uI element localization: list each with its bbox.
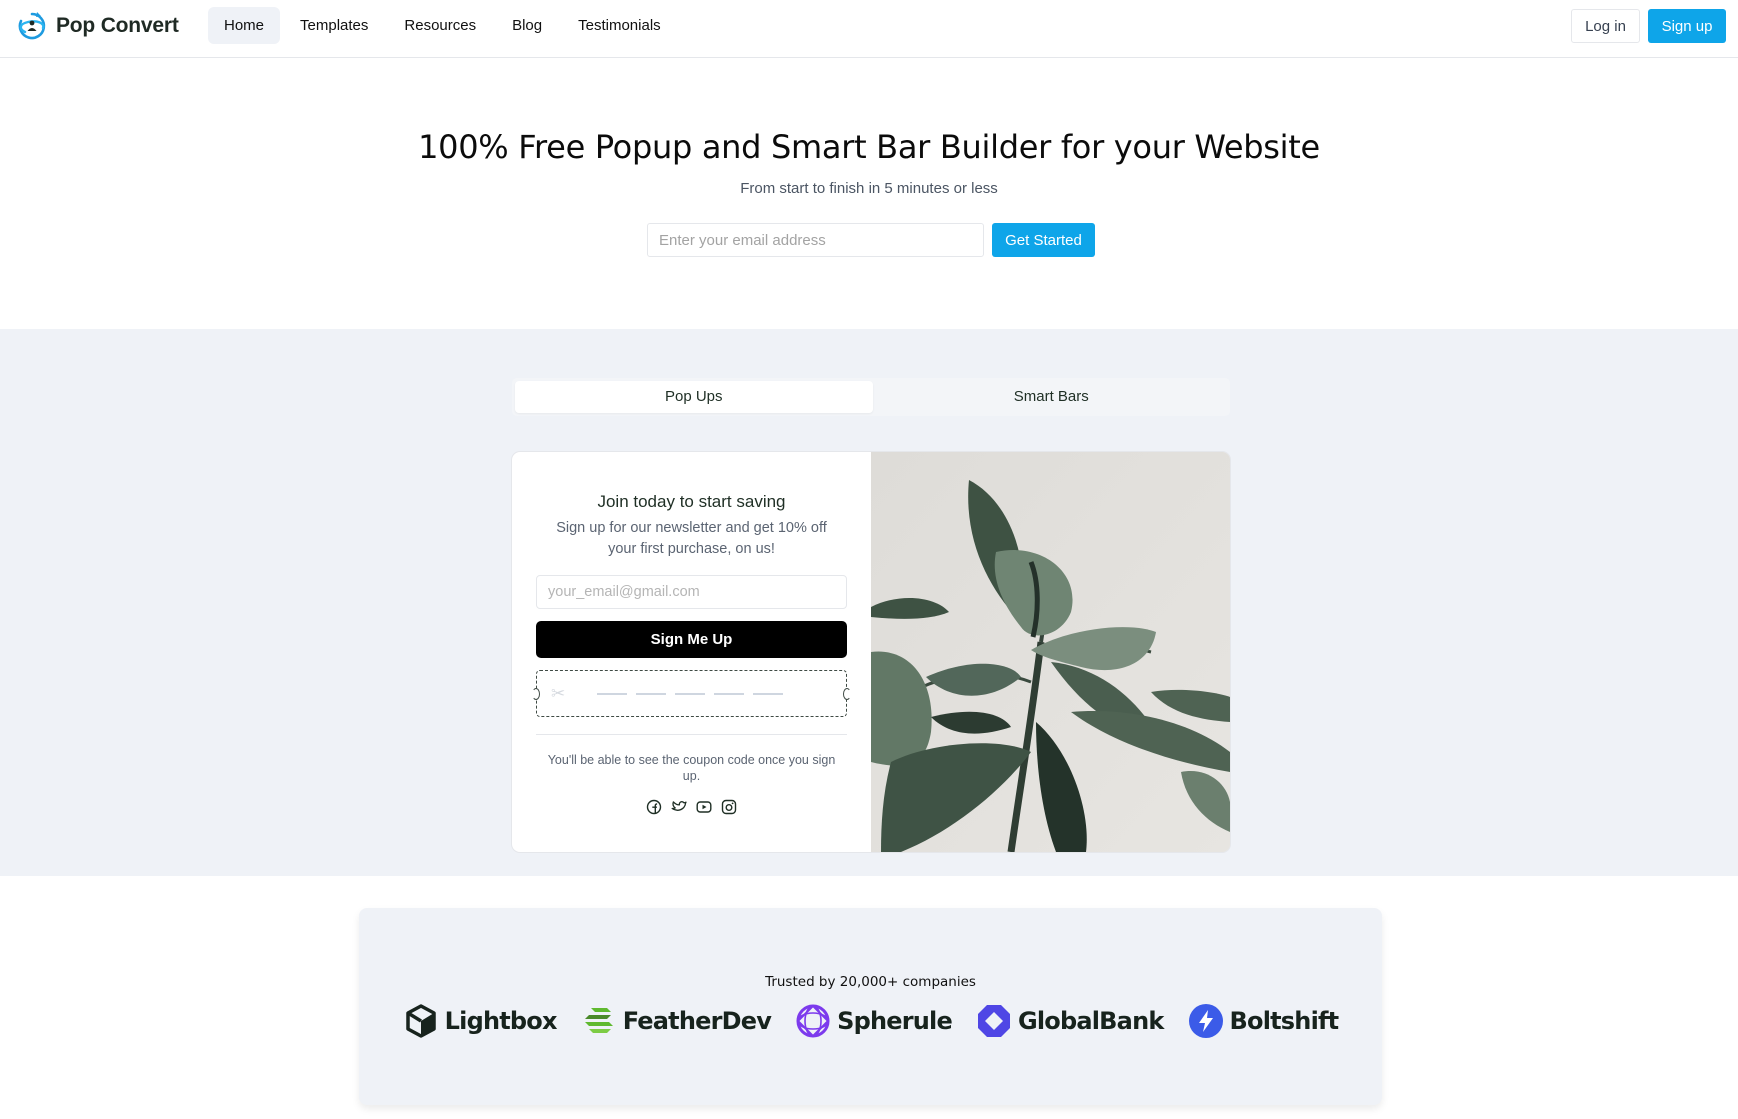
brand-name-spherule: Spherule [837,1007,953,1035]
brand-name-lightbox: Lightbox [444,1007,558,1035]
get-started-button[interactable]: Get Started [992,223,1095,257]
nav-blog[interactable]: Blog [496,7,558,44]
signup-button[interactable]: Sign up [1648,9,1726,43]
showcase-tabs: Pop Ups Smart Bars [512,378,1230,416]
rubber-plant-photo [871,452,1230,852]
brand-logo[interactable]: Pop Convert [16,10,179,42]
trusted-by-text: Trusted by 20,000+ companies [765,974,976,990]
youtube-icon[interactable] [696,799,712,815]
popup-email-input[interactable] [536,575,847,609]
brand-boltshift: Boltshift [1188,1003,1339,1039]
brand-name: Pop Convert [56,14,179,37]
social-links [512,799,871,815]
scissors-icon: ✂ [551,684,566,703]
pop-convert-logo-icon [18,12,46,40]
coupon-code-placeholder [597,693,783,695]
top-navbar: Pop Convert Home Templates Resources Blo… [0,0,1738,58]
nav-testimonials[interactable]: Testimonials [562,7,677,44]
popup-preview-card: Join today to start saving Sign up for o… [512,452,1230,852]
octagon-icon [977,1005,1010,1037]
nav-resources[interactable]: Resources [388,7,492,44]
divider [536,734,847,735]
hero-title: 100% Free Popup and Smart Bar Builder fo… [418,128,1320,166]
facebook-icon[interactable] [646,799,662,815]
coupon-note: You'll be able to see the coupon code on… [547,753,836,783]
nav-templates[interactable]: Templates [284,7,384,44]
hero-email-input[interactable] [647,223,984,257]
sphere-icon [796,1004,830,1038]
brand-name-boltshift: Boltshift [1229,1007,1340,1035]
coupon-notch-left [532,688,540,700]
tab-smart-bars[interactable]: Smart Bars [873,381,1231,413]
brand-lightbox: Lightbox [403,1003,557,1039]
feather-stripes-icon [584,1008,613,1033]
brand-globalbank: GlobalBank [976,1003,1164,1039]
brand-name-featherdev: FeatherDev [622,1007,772,1035]
brand-spherule: Spherule [795,1003,953,1039]
brand-featherdev: FeatherDev [581,1003,772,1039]
bolt-icon [1188,1004,1223,1038]
instagram-icon[interactable] [721,799,737,815]
coupon-code-box: ✂ [532,670,851,717]
company-logos: Lightbox FeatherDev Spherule GlobalBank … [359,1003,1382,1039]
sign-me-up-button[interactable]: Sign Me Up [536,621,847,658]
coupon-notch-right [843,688,851,700]
popup-title: Join today to start saving [597,492,786,511]
popup-form-panel: Join today to start saving Sign up for o… [512,452,871,852]
brand-name-globalbank: GlobalBank [1017,1007,1164,1035]
hero-subtitle: From start to finish in 5 minutes or les… [740,180,998,197]
main-nav: Home Templates Resources Blog Testimonia… [208,7,681,44]
nav-home[interactable]: Home [208,7,281,44]
cube-icon [405,1004,436,1038]
tab-pop-ups[interactable]: Pop Ups [515,381,873,413]
login-button[interactable]: Log in [1571,9,1640,43]
plant-illustration [871,452,1230,852]
trusted-by-section: Trusted by 20,000+ companies Lightbox Fe… [359,908,1382,1105]
twitter-icon[interactable] [671,799,687,815]
popup-description: Sign up for our newsletter and get 10% o… [556,520,827,557]
